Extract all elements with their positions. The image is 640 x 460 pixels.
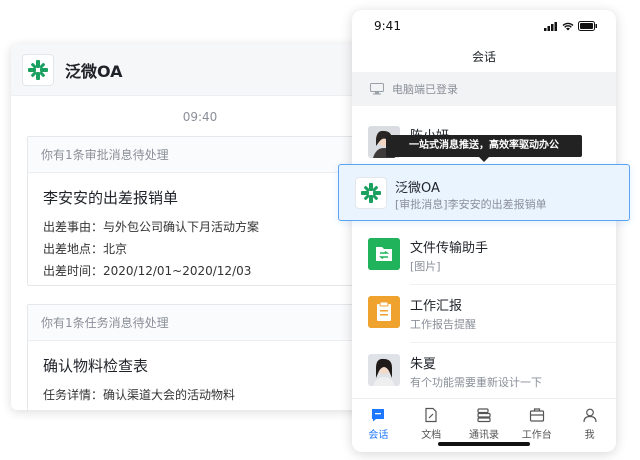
approval-location: 出差地点：北京: [43, 242, 128, 256]
home-indicator: [438, 442, 530, 446]
tooltip-arrow: [478, 156, 490, 162]
desktop-header: 泛微OA: [11, 44, 389, 96]
conversation-item[interactable]: 文件传输助手 [图片]: [352, 226, 616, 284]
oa-logo-icon: [355, 177, 387, 209]
phone-frame: 9:41 会话 电脑端已登录 文件传输助手 [图片] 工作汇报 工作报告提醒 朱…: [352, 10, 616, 452]
document-icon: [425, 407, 437, 423]
page-title: 会话: [471, 50, 496, 64]
desktop-app-title: 泛微OA: [65, 61, 123, 81]
contacts-icon: [477, 408, 491, 423]
screen: 泛微OA 09:40 你有1条审批消息待处理 李安安的出差报销单 出差事由：与外…: [0, 0, 640, 460]
wifi-icon: [562, 22, 574, 30]
status-bar: 9:41: [352, 10, 616, 42]
conversation-message: 工作报告提醒: [410, 318, 476, 331]
monitor-icon: [370, 83, 384, 95]
task-card-title: 确认物料检查表: [43, 357, 149, 375]
conversation-message: [审批消息]李安安的出差报销单: [395, 198, 547, 211]
battery-icon: [578, 21, 597, 31]
chat-icon: [372, 409, 385, 422]
avatar: [368, 354, 400, 386]
tab-me[interactable]: 我: [563, 399, 616, 452]
approval-dates: 出差时间：2020/12/01~2020/12/03: [43, 264, 252, 278]
task-card-header: 你有1条任务消息待处理: [28, 305, 376, 341]
conversation-item[interactable]: 工作汇报 工作报告提醒: [352, 284, 616, 342]
profile-icon: [582, 408, 597, 423]
work-report-icon: [368, 296, 400, 328]
bottom-tab-bar: 会话 文档 通讯录 工作台 我: [352, 398, 616, 452]
app-logo-icon: [22, 53, 54, 86]
pc-login-text: 电脑端已登录: [392, 83, 458, 96]
feature-tooltip: 一站式消息推送，高效率驱动办公: [386, 135, 582, 157]
tab-label: 会话: [368, 430, 389, 441]
approval-message-card[interactable]: 你有1条审批消息待处理 李安安的出差报销单 出差事由：与外包公司确认下月活动方案…: [27, 136, 377, 286]
approval-reason: 出差事由：与外包公司确认下月活动方案: [43, 220, 260, 234]
conversation-item[interactable]: 朱夏 有个功能需要重新设计一下: [352, 342, 616, 400]
conversation-name: 工作汇报: [410, 299, 463, 314]
tab-label: 我: [584, 430, 595, 441]
file-transfer-icon: [368, 238, 400, 270]
tab-label: 文档: [421, 430, 442, 441]
conversation-item-highlighted[interactable]: 泛微OA [审批消息]李安安的出差报销单: [338, 164, 630, 221]
desktop-window: 泛微OA 09:40 你有1条审批消息待处理 李安安的出差报销单 出差事由：与外…: [11, 44, 389, 410]
conversation-name: 文件传输助手: [410, 241, 489, 256]
tab-label: 工作台: [521, 430, 552, 441]
conversation-message: 有个功能需要重新设计一下: [410, 376, 542, 389]
task-message-card[interactable]: 你有1条任务消息待处理 确认物料检查表 任务详情：确认渠道大会的活动物料: [27, 304, 377, 410]
workbench-icon: [529, 408, 544, 422]
tab-label: 通讯录: [468, 430, 499, 441]
status-time: 9:41: [374, 19, 401, 33]
message-time: 09:40: [182, 110, 218, 124]
signal-icon: [544, 21, 557, 31]
task-detail: 任务详情：确认渠道大会的活动物料: [43, 388, 236, 402]
tab-chat[interactable]: 会话: [352, 399, 405, 452]
approval-card-header: 你有1条审批消息待处理: [28, 137, 376, 173]
pc-login-banner[interactable]: 电脑端已登录: [352, 72, 616, 106]
approval-card-title: 李安安的出差报销单: [43, 189, 179, 207]
conversation-name: 泛微OA: [395, 181, 440, 196]
conversation-message: [图片]: [410, 260, 441, 273]
conversation-name: 朱夏: [410, 357, 437, 372]
